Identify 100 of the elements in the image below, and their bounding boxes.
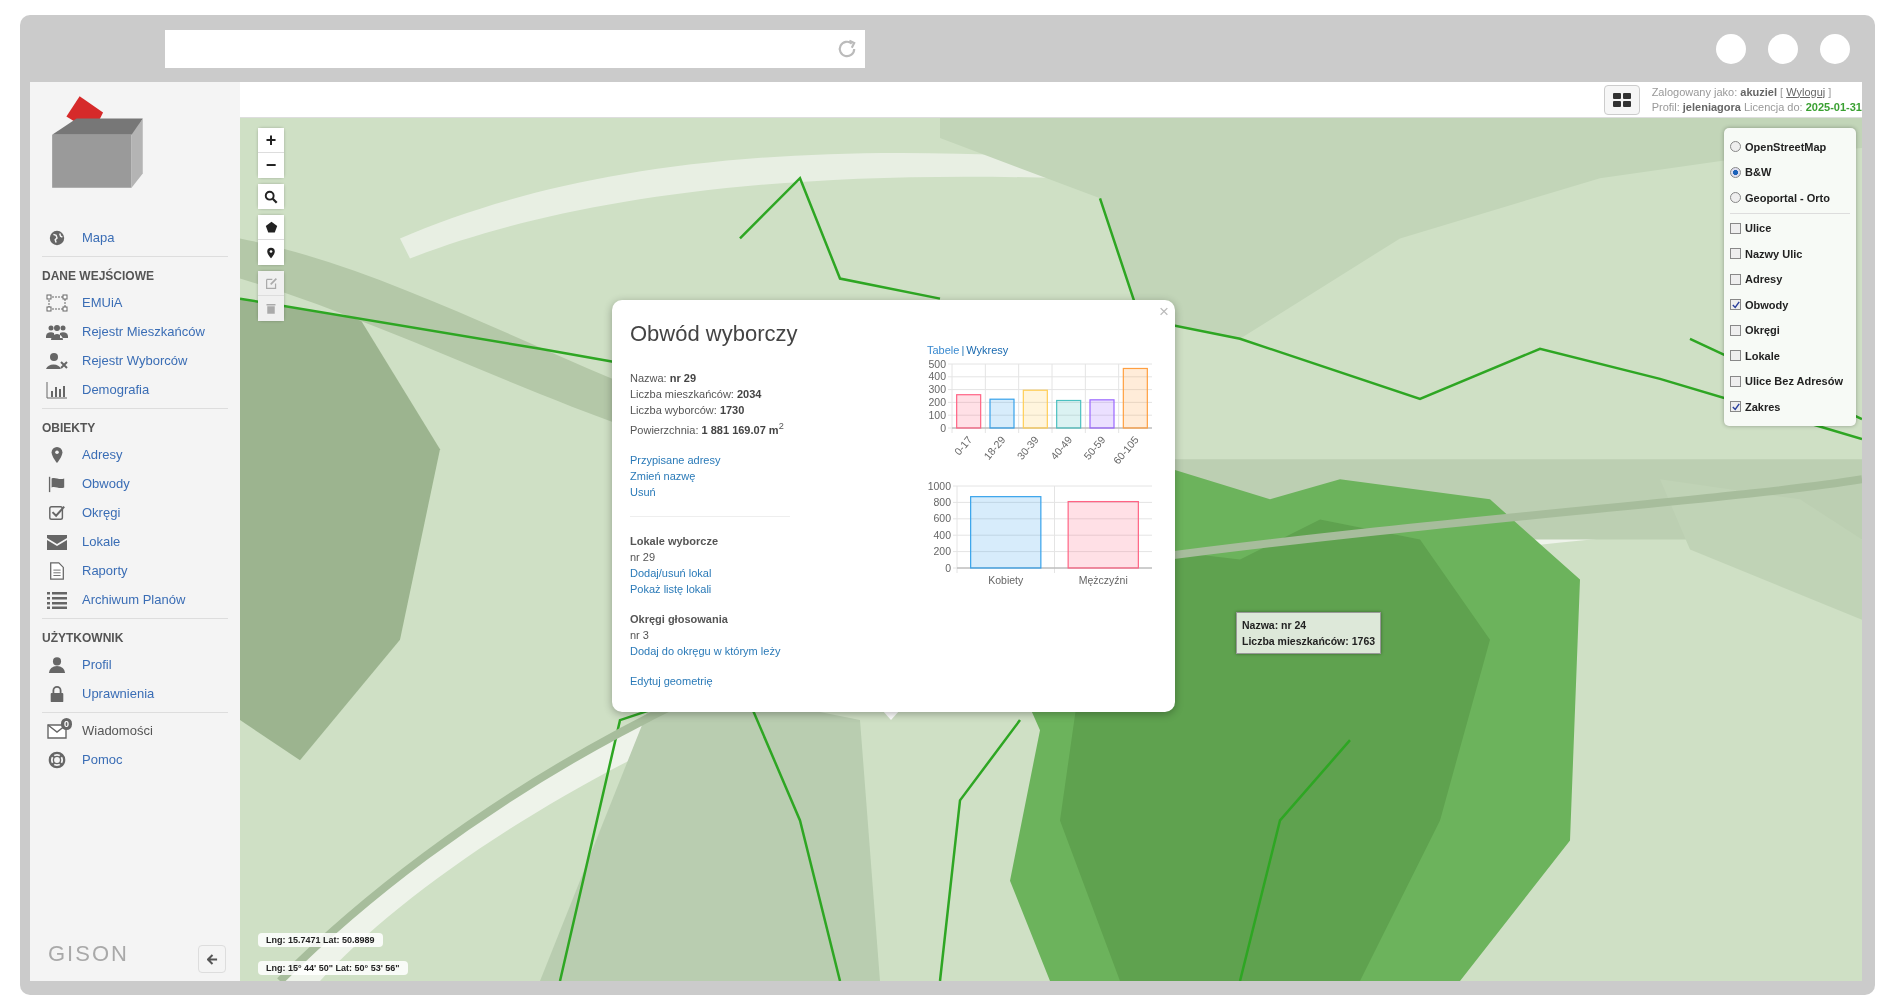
layer-option[interactable]: Adresy — [1730, 266, 1850, 292]
axis-tick-label: 800 — [933, 495, 951, 508]
logout-link[interactable]: Wyloguj — [1786, 85, 1826, 98]
brand-logo: GISON — [48, 941, 129, 967]
layer-option[interactable]: Geoportal - Orto — [1730, 185, 1850, 211]
action-link[interactable]: Usuń — [630, 483, 848, 500]
info-line: Liczba wyborców: 1730 — [630, 403, 746, 418]
info-line: Liczba mieszkańców: 2034 — [630, 387, 763, 402]
nav-link[interactable]: Rejestr Wyborców — [42, 346, 228, 375]
collapse-button[interactable] — [198, 945, 226, 973]
axis-tick-label: 500 — [928, 357, 946, 370]
checkbox[interactable] — [1730, 222, 1741, 234]
login-info: Zalogowany jako: akuziel [ — [1651, 85, 1784, 98]
group-heading: Lokale wyborcze — [630, 533, 720, 549]
lifebuoy-icon — [48, 750, 66, 769]
trash-icon — [265, 302, 277, 315]
group-value: nr 3 — [630, 627, 650, 643]
axis-tick-label: 200 — [928, 395, 946, 408]
checkbox[interactable] — [1730, 324, 1741, 336]
bar-chart-icon — [46, 380, 68, 399]
map-tool-button[interactable] — [258, 215, 284, 240]
axis-tick-label: 1000 — [927, 479, 951, 492]
axis-category-label: Mężczyźni — [1078, 574, 1128, 586]
nav-link[interactable]: Rejestr Mieszkańców — [42, 317, 228, 346]
nav-link[interactable]: Mapa — [42, 223, 228, 252]
section-heading: DANE WEJŚCIOWE — [42, 267, 155, 285]
layer-option[interactable]: Ulice — [1730, 215, 1850, 241]
group-heading: Okręgi głosowania — [630, 611, 729, 627]
list-icon — [47, 590, 67, 609]
grid-icon — [1612, 92, 1631, 107]
layer-option[interactable]: Ulice Bez Adresów — [1730, 368, 1850, 394]
nav-link[interactable]: Uprawnienia — [42, 679, 228, 708]
checkbox[interactable] — [1730, 375, 1741, 387]
axis-tick-label: 0 — [940, 421, 946, 434]
lock-icon — [48, 684, 66, 703]
action-link[interactable]: Dodaj/usuń lokal — [630, 564, 848, 581]
layer-option[interactable]: Nazwy Ulic — [1730, 241, 1850, 267]
action-link[interactable]: Dodaj do okręgu w którym leży — [630, 642, 848, 659]
radio-button[interactable] — [1730, 166, 1741, 178]
user-remove-icon — [46, 351, 68, 370]
info-line: Powierzchnia: 1 881 169.07 m$^{2}$ — [630, 420, 785, 438]
nav-link[interactable]: Profil — [42, 650, 228, 679]
tab-separator: | — [961, 344, 965, 356]
chart-bar — [1089, 399, 1115, 429]
action-link[interactable]: Pokaż listę lokali — [630, 580, 848, 597]
section-heading: OBIEKTY — [42, 420, 97, 437]
nav-link[interactable]: 0 Wiadomości — [42, 716, 228, 745]
nav-link[interactable]: Obwody — [42, 469, 228, 498]
checkbox[interactable] — [1730, 273, 1741, 285]
profile-info: Profil: jeleniagora Licencja do: — [1651, 100, 1803, 113]
group-value: nr 29 — [630, 549, 657, 565]
map-tool-button[interactable] — [258, 184, 284, 209]
action-link[interactable]: Zmień nazwę — [630, 467, 848, 484]
map-pin-icon — [265, 245, 277, 260]
grid-button[interactable] — [1603, 84, 1640, 115]
section-heading: UŻYTKOWNIK — [42, 630, 125, 647]
chart-bar — [1122, 367, 1148, 429]
action-link[interactable]: Edytuj geometrię — [630, 672, 848, 689]
checkbox[interactable] — [1730, 299, 1741, 311]
zoom-out-button[interactable]: − — [258, 153, 284, 178]
checkbox[interactable] — [1730, 350, 1741, 362]
view-tab[interactable]: Wykresy — [966, 344, 1009, 356]
pentagon-icon — [264, 220, 278, 234]
axis-tick-label: 600 — [933, 512, 951, 525]
search-icon — [264, 189, 278, 204]
nav-link[interactable]: Okręgi — [42, 498, 228, 527]
nav-link[interactable]: Demografia — [42, 375, 228, 404]
map-tool-button[interactable] — [258, 240, 284, 265]
layer-option[interactable]: OpenStreetMap — [1730, 134, 1850, 160]
action-link[interactable]: Przypisane adresy — [630, 451, 848, 468]
chart-bar — [956, 394, 982, 429]
checkbox[interactable] — [1730, 401, 1741, 413]
nav-link[interactable]: Adresy — [42, 440, 228, 469]
checkbox[interactable] — [1730, 248, 1741, 260]
tooltip-text: Nazwa: nr 24 — [1242, 618, 1308, 633]
chart-bar — [1022, 389, 1048, 429]
coordinates-label: Lng: 15.7471 Lat: 50.8989 — [258, 933, 383, 947]
nav-link[interactable]: Lokale — [42, 527, 228, 556]
nav-link[interactable]: Raporty — [42, 556, 228, 585]
layer-option[interactable]: Lokale — [1730, 343, 1850, 369]
zoom-in-button[interactable]: + — [258, 128, 284, 153]
layer-option[interactable]: Zakres — [1730, 394, 1850, 420]
license-date: 2025-01-31 — [1805, 100, 1862, 113]
layer-option[interactable]: Obwody — [1730, 292, 1850, 318]
nav-link[interactable]: Pomoc — [42, 745, 228, 774]
radio-button[interactable] — [1730, 192, 1741, 204]
flag-icon — [48, 474, 66, 493]
view-tab[interactable]: Tabele — [927, 344, 960, 356]
radio-button[interactable] — [1730, 141, 1741, 153]
users-icon — [46, 322, 68, 341]
count-badge: 0 — [61, 717, 72, 730]
popup-title: Obwód wyborczy — [630, 320, 799, 348]
layer-option[interactable]: Okręgi — [1730, 317, 1850, 343]
envelope-icon — [47, 533, 67, 550]
nav-link[interactable]: Archiwum Planów — [42, 585, 228, 614]
document-icon — [48, 561, 66, 580]
user-icon — [48, 655, 66, 674]
nav-link[interactable]: EMUiA — [42, 288, 228, 317]
tooltip-text: Liczba mieszkańców: 1763 — [1242, 634, 1376, 649]
layer-option[interactable]: B&W — [1730, 159, 1850, 185]
